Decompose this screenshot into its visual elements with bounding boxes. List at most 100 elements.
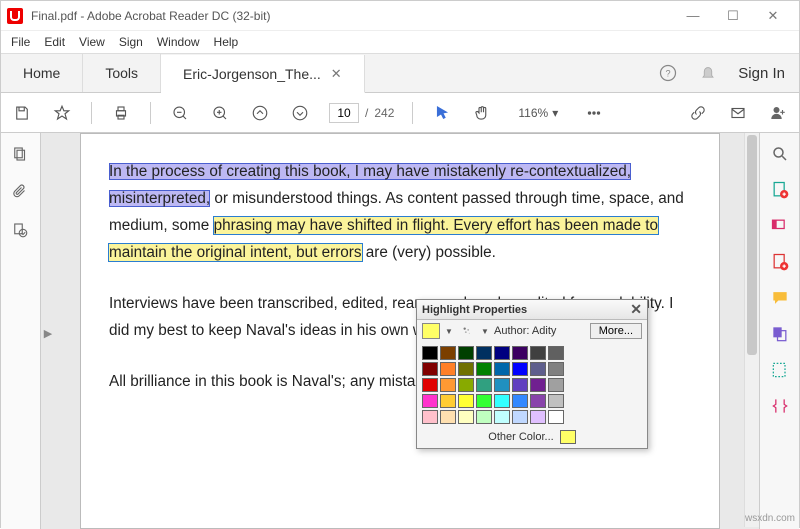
- color-swatch[interactable]: [458, 362, 474, 376]
- save-icon[interactable]: [11, 102, 33, 124]
- page-current-input[interactable]: [329, 103, 359, 123]
- color-swatch[interactable]: [530, 346, 546, 360]
- color-dropdown-icon[interactable]: ▼: [444, 327, 454, 336]
- color-swatch[interactable]: [548, 410, 564, 424]
- color-swatch[interactable]: [440, 362, 456, 376]
- more-tools-icon[interactable]: [583, 102, 605, 124]
- share-link-icon[interactable]: [687, 102, 709, 124]
- compress-icon[interactable]: [769, 395, 791, 417]
- highlight-properties-popup[interactable]: Highlight Properties ✕ ▼ ▼ Author: Adity…: [416, 299, 648, 449]
- color-swatch[interactable]: [530, 410, 546, 424]
- current-color-swatch[interactable]: [422, 323, 440, 339]
- other-color-swatch[interactable]: [560, 430, 576, 444]
- minimize-button[interactable]: —: [673, 1, 713, 31]
- watermark: wsxdn.com: [745, 513, 795, 524]
- color-swatch[interactable]: [548, 378, 564, 392]
- edit-pdf-icon[interactable]: [769, 215, 791, 237]
- zoom-in-icon[interactable]: [209, 102, 231, 124]
- maximize-button[interactable]: ☐: [713, 1, 753, 31]
- color-swatch[interactable]: [422, 394, 438, 408]
- color-swatch[interactable]: [440, 378, 456, 392]
- color-palette: [417, 342, 647, 428]
- color-swatch[interactable]: [422, 362, 438, 376]
- color-swatch[interactable]: [548, 394, 564, 408]
- other-color-row[interactable]: Other Color...: [417, 428, 647, 448]
- page-down-icon[interactable]: [289, 102, 311, 124]
- color-swatch[interactable]: [530, 394, 546, 408]
- color-swatch[interactable]: [458, 394, 474, 408]
- color-swatch[interactable]: [548, 362, 564, 376]
- color-swatch[interactable]: [512, 378, 528, 392]
- color-swatch[interactable]: [476, 362, 492, 376]
- color-swatch[interactable]: [512, 362, 528, 376]
- page-sep: /: [365, 106, 368, 120]
- color-swatch[interactable]: [530, 378, 546, 392]
- tab-home[interactable]: Home: [1, 54, 83, 92]
- color-swatch[interactable]: [440, 346, 456, 360]
- color-swatch[interactable]: [422, 378, 438, 392]
- color-swatch[interactable]: [476, 394, 492, 408]
- search-icon[interactable]: [769, 143, 791, 165]
- color-swatch[interactable]: [530, 362, 546, 376]
- add-person-icon[interactable]: [767, 102, 789, 124]
- popup-close-icon[interactable]: ✕: [630, 301, 642, 318]
- comment-icon[interactable]: [769, 287, 791, 309]
- document-viewport[interactable]: ▶ In the process of creating this book, …: [41, 133, 759, 529]
- more-button[interactable]: More...: [590, 323, 642, 339]
- create-pdf-icon[interactable]: [769, 251, 791, 273]
- zoom-out-icon[interactable]: [169, 102, 191, 124]
- menu-sign[interactable]: Sign: [119, 35, 143, 49]
- color-swatch[interactable]: [494, 346, 510, 360]
- color-swatch[interactable]: [512, 410, 528, 424]
- color-swatch[interactable]: [494, 410, 510, 424]
- vertical-scrollbar[interactable]: [744, 133, 759, 527]
- color-swatch[interactable]: [512, 346, 528, 360]
- organize-icon[interactable]: [769, 359, 791, 381]
- color-swatch[interactable]: [494, 394, 510, 408]
- sign-in-link[interactable]: Sign In: [738, 65, 785, 82]
- menu-help[interactable]: Help: [214, 35, 239, 49]
- close-button[interactable]: ✕: [753, 1, 793, 31]
- thumbnails-icon[interactable]: [11, 145, 31, 165]
- menu-edit[interactable]: Edit: [44, 35, 65, 49]
- combine-icon[interactable]: [769, 323, 791, 345]
- opacity-icon[interactable]: [458, 323, 476, 339]
- menu-view[interactable]: View: [79, 35, 105, 49]
- color-swatch[interactable]: [458, 346, 474, 360]
- tab-document[interactable]: Eric-Jorgenson_The... ✕: [161, 55, 365, 93]
- color-swatch[interactable]: [422, 346, 438, 360]
- help-icon[interactable]: ?: [658, 63, 678, 83]
- color-swatch[interactable]: [476, 410, 492, 424]
- color-swatch[interactable]: [458, 378, 474, 392]
- menu-window[interactable]: Window: [157, 35, 200, 49]
- color-swatch[interactable]: [476, 378, 492, 392]
- tab-tools[interactable]: Tools: [83, 54, 161, 92]
- email-icon[interactable]: [727, 102, 749, 124]
- popup-titlebar[interactable]: Highlight Properties ✕: [417, 300, 647, 320]
- bookmarks-icon[interactable]: [11, 221, 31, 241]
- export-pdf-icon[interactable]: [769, 179, 791, 201]
- color-swatch[interactable]: [440, 394, 456, 408]
- scrollbar-thumb[interactable]: [747, 135, 757, 355]
- print-icon[interactable]: [110, 102, 132, 124]
- left-rail: [1, 133, 41, 529]
- color-swatch[interactable]: [494, 362, 510, 376]
- tab-close-icon[interactable]: ✕: [331, 66, 342, 82]
- menu-file[interactable]: File: [11, 35, 30, 49]
- panel-expand-left-icon[interactable]: ▶: [43, 313, 53, 353]
- hand-tool-icon[interactable]: [471, 102, 493, 124]
- bell-icon[interactable]: [698, 63, 718, 83]
- selection-tool-icon[interactable]: [431, 102, 453, 124]
- attachments-icon[interactable]: [11, 183, 31, 203]
- color-swatch[interactable]: [458, 410, 474, 424]
- zoom-dropdown[interactable]: 116% ▾: [511, 103, 565, 123]
- color-swatch[interactable]: [494, 378, 510, 392]
- page-up-icon[interactable]: [249, 102, 271, 124]
- color-swatch[interactable]: [476, 346, 492, 360]
- color-swatch[interactable]: [512, 394, 528, 408]
- star-icon[interactable]: [51, 102, 73, 124]
- color-swatch[interactable]: [422, 410, 438, 424]
- opacity-dropdown-icon[interactable]: ▼: [480, 327, 490, 336]
- color-swatch[interactable]: [548, 346, 564, 360]
- color-swatch[interactable]: [440, 410, 456, 424]
